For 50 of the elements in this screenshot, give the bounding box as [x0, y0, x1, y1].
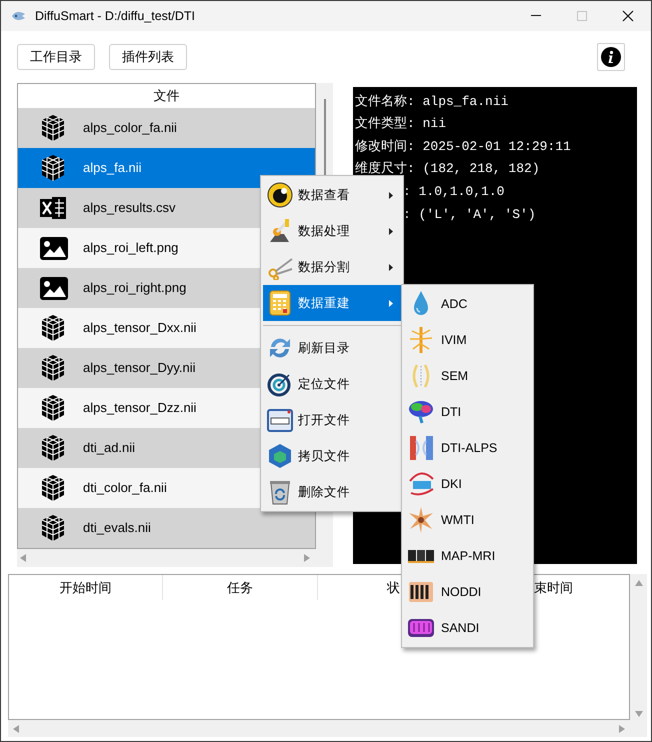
- column-header[interactable]: 束时间: [534, 578, 573, 598]
- info-button[interactable]: [597, 43, 625, 71]
- eye-icon: [267, 182, 293, 208]
- scroll-down-arrow[interactable]: [634, 711, 642, 717]
- info-line: : 1.0,1.0,1.0: [403, 182, 504, 201]
- file-row[interactable]: alps_fa.nii: [18, 148, 315, 188]
- info-line: 修改时间: 2025-02-01 12:29:11: [355, 138, 571, 156]
- info-icon: [601, 47, 621, 67]
- menu-item[interactable]: SEM: [404, 358, 531, 394]
- spreadsheet-icon: [39, 194, 69, 222]
- image-icon: [39, 274, 69, 302]
- info-line: 文件名称: alps_fa.nii: [355, 92, 508, 111]
- scroll-right-arrow[interactable]: [304, 554, 310, 562]
- window-icon: [267, 407, 293, 433]
- menu-item[interactable]: MAP-MRI: [404, 538, 531, 574]
- scroll-right-arrow[interactable]: [619, 724, 625, 732]
- target-icon: [267, 371, 293, 397]
- menu-item[interactable]: DTI-ALPS: [404, 430, 531, 466]
- bracket-icon: [407, 433, 435, 463]
- info-line: : ('L', 'A', 'S'): [403, 206, 536, 224]
- toolbar-button[interactable]: 工作目录: [17, 44, 95, 70]
- toolbar-button[interactable]: 插件列表: [109, 44, 187, 70]
- cube-icon: [267, 443, 293, 469]
- menu-item[interactable]: IVIM: [404, 322, 531, 358]
- image-icon: [39, 234, 69, 262]
- menu-item[interactable]: NODDI: [404, 574, 531, 610]
- file-row[interactable]: alps_color_fa.nii: [18, 108, 315, 148]
- scroll-up-arrow[interactable]: [634, 580, 642, 586]
- info-line: 文件类型: nii: [355, 115, 446, 134]
- app-icon: [11, 10, 27, 22]
- maximize-icon: [576, 10, 588, 22]
- trash-bin-icon: [267, 479, 293, 505]
- scroll-left-arrow[interactable]: [13, 724, 19, 732]
- window-title: DiffuSmart - D:/diffu_test/DTI: [35, 8, 196, 25]
- scroll-left-arrow[interactable]: [20, 554, 26, 562]
- menu-item[interactable]: WMTI: [404, 502, 531, 538]
- starburst-icon: [407, 505, 435, 535]
- info-line: 维度尺寸: (182, 218, 182): [355, 160, 540, 178]
- menu-item[interactable]: DKI: [404, 466, 531, 502]
- column-header[interactable]: 开始时间: [60, 578, 112, 598]
- menu-item[interactable]: DTI: [404, 394, 531, 430]
- file-row[interactable]: dti_evals.nii: [18, 508, 315, 548]
- column-header[interactable]: 任务: [227, 578, 253, 598]
- menu-item[interactable]: 数据重建: [263, 285, 401, 321]
- menu-item[interactable]: ADC: [404, 286, 531, 322]
- menu-item[interactable]: SANDI: [404, 610, 531, 646]
- column-header[interactable]: 状: [387, 578, 400, 598]
- close-icon: [622, 10, 634, 22]
- branches-icon: [407, 325, 435, 355]
- calculator-icon: [267, 290, 293, 316]
